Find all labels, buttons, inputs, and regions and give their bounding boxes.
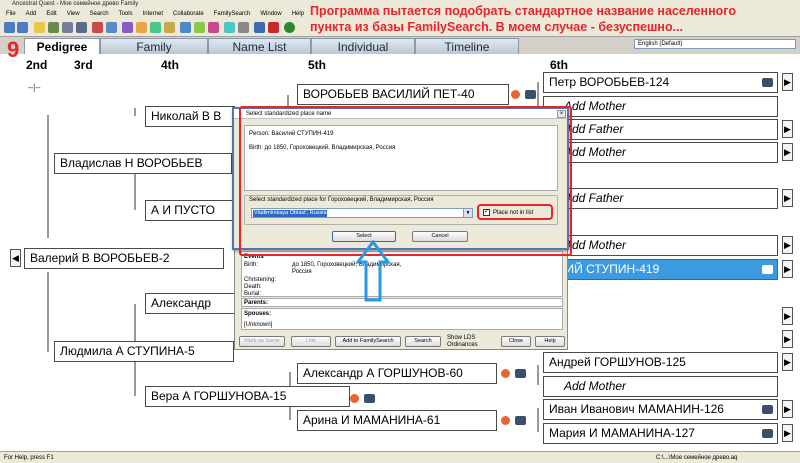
fs-link-icon[interactable]: [762, 429, 773, 438]
show-lds-checkbox[interactable]: Show LDS Ordinances: [447, 335, 497, 349]
person-node-mmm[interactable]: Арина И МАМАНИНА-61: [297, 410, 497, 431]
person-node-father[interactable]: Владислав Н ВОРОБЬЕВ: [54, 153, 232, 174]
parents-panel: Parents:: [241, 298, 563, 307]
add-mother-slot[interactable]: Add Mother: [543, 96, 778, 117]
parents-label: Parents:: [244, 300, 269, 306]
link-button[interactable]: Link: [291, 336, 331, 347]
fs-sync-icon[interactable]: [350, 394, 359, 403]
add-mother-slot[interactable]: Add Mother: [543, 376, 778, 397]
place-not-in-list-checkbox[interactable]: ✓: [483, 209, 490, 216]
add-to-familysearch-button[interactable]: Add to FamilySearch: [335, 336, 401, 347]
christening-label: Christening:: [244, 277, 277, 283]
nav-right-arrow[interactable]: ▶: [782, 424, 793, 442]
person-node-mm[interactable]: Вера А ГОРШУНОВА-15: [145, 386, 350, 407]
events-panel: Events Birth: до 1850, Гороховецкий, Вла…: [241, 251, 563, 297]
person-node-mmf[interactable]: Александр А ГОРШУНОВ-60: [297, 363, 497, 384]
mark-as-same-button[interactable]: Mark as Same: [239, 336, 285, 347]
fs-link-icon[interactable]: [762, 78, 773, 87]
place-combo[interactable]: Vladimirskaya Oblast', Russia ▼: [251, 208, 473, 218]
add-mother-slot[interactable]: Add Mother: [543, 142, 778, 163]
nav-right-arrow[interactable]: ▶: [782, 260, 793, 278]
nav-right-arrow[interactable]: ▶: [782, 330, 793, 348]
up-arrow-icon: [355, 240, 391, 302]
place-not-in-list-highlight: ✓ Place not in list: [477, 204, 553, 220]
person-node-root[interactable]: Валерий В ВОРОБЬЕВ-2: [24, 248, 224, 269]
fs-link-icon[interactable]: [525, 90, 536, 99]
birth-label: Birth:: [244, 262, 259, 268]
close-button[interactable]: Close: [501, 336, 531, 347]
person-node-fff[interactable]: ВОРОБЬЕВ ВАСИЛИЙ ПЕТ-40: [297, 84, 509, 105]
cancel-button[interactable]: Cancel: [412, 231, 468, 242]
person-node-g6-1[interactable]: Петр ВОРОБЬЕВ-124: [543, 72, 778, 93]
events-label: Events: [244, 254, 264, 260]
nav-right-arrow[interactable]: ▶: [782, 400, 793, 418]
help-button[interactable]: Help: [535, 336, 565, 347]
fs-link-icon[interactable]: [762, 265, 773, 274]
person-node-selected[interactable]: ИЛИЙ СТУПИН-419: [543, 259, 778, 280]
add-father-slot[interactable]: Add Father: [543, 188, 778, 209]
person-node-g6-mamanin[interactable]: Иван Иванович МАМАНИН-126: [543, 399, 778, 420]
person-node-mother[interactable]: Людмила А СТУПИНА-5: [54, 341, 234, 362]
nav-left-arrow[interactable]: ◀: [10, 249, 21, 267]
nav-right-arrow[interactable]: ▶: [782, 353, 793, 371]
close-icon[interactable]: ×: [557, 110, 566, 118]
nav-right-arrow[interactable]: ▶: [782, 120, 793, 138]
person-info-box: Person: Василий СТУПИН-419 Birth: до 185…: [244, 125, 558, 191]
birth-line: Birth: до 1850, Гороховецкий, Владимирск…: [249, 145, 396, 151]
nav-right-arrow[interactable]: ▶: [782, 189, 793, 207]
person-node-ff[interactable]: Николай В В: [145, 106, 235, 127]
spouses-panel: Spouses: [Unknown]: [241, 308, 563, 330]
person-node-g6-gorshunov[interactable]: Андрей ГОРШУНОВ-125: [543, 352, 778, 373]
add-mother-slot[interactable]: Add Mother: [543, 235, 778, 256]
select-place-dialog: Select standardized place name × Person:…: [232, 107, 569, 250]
add-father-slot[interactable]: Add Father: [543, 119, 778, 140]
place-group: Select standardized place for Гороховецк…: [244, 195, 558, 225]
nav-right-arrow[interactable]: ▶: [782, 73, 793, 91]
death-label: Death:: [244, 284, 262, 290]
nav-right-arrow[interactable]: ▶: [782, 143, 793, 161]
fs-link-icon[interactable]: [515, 369, 526, 378]
spouses-label: Spouses:: [244, 311, 272, 317]
fs-link-icon[interactable]: [515, 416, 526, 425]
dialog-title-text: Select standardized place name: [246, 111, 332, 117]
person-label: Person: Василий СТУПИН-419: [249, 131, 334, 137]
status-help-text: For Help, press F1: [4, 455, 54, 461]
group-label: Select standardized place for Гороховецк…: [249, 197, 434, 203]
spouse-unknown[interactable]: [Unknown]: [244, 322, 272, 329]
search-button[interactable]: Search: [405, 336, 441, 347]
fs-link-icon[interactable]: [364, 394, 375, 403]
fs-link-icon[interactable]: [762, 405, 773, 414]
person-node-fm[interactable]: А И ПУСТО: [145, 200, 235, 221]
place-combo-value: Vladimirskaya Oblast', Russia: [253, 210, 327, 217]
status-bar: For Help, press F1 C:\...\Мое семейное д…: [0, 451, 800, 463]
place-not-in-list-label: Place not in list: [493, 210, 534, 216]
person-node-g6-mamanina[interactable]: Мария И МАМАНИНА-127: [543, 423, 778, 444]
fs-sync-icon[interactable]: [501, 369, 510, 378]
status-file-path: C:\...\Мое семейное древо.aq: [656, 455, 738, 461]
fs-sync-icon[interactable]: [501, 416, 510, 425]
nav-right-arrow[interactable]: ▶: [782, 236, 793, 254]
fs-sync-icon[interactable]: [511, 90, 520, 99]
dialog-title: Select standardized place name ×: [234, 109, 567, 119]
person-match-dialog: Events Birth: до 1850, Гороховецкий, Вла…: [234, 248, 568, 350]
chevron-down-icon[interactable]: ▼: [463, 209, 472, 217]
nav-right-arrow[interactable]: ▶: [782, 307, 793, 325]
person-node-mf[interactable]: Александр: [145, 293, 235, 314]
burial-label: Burial:: [244, 291, 262, 297]
